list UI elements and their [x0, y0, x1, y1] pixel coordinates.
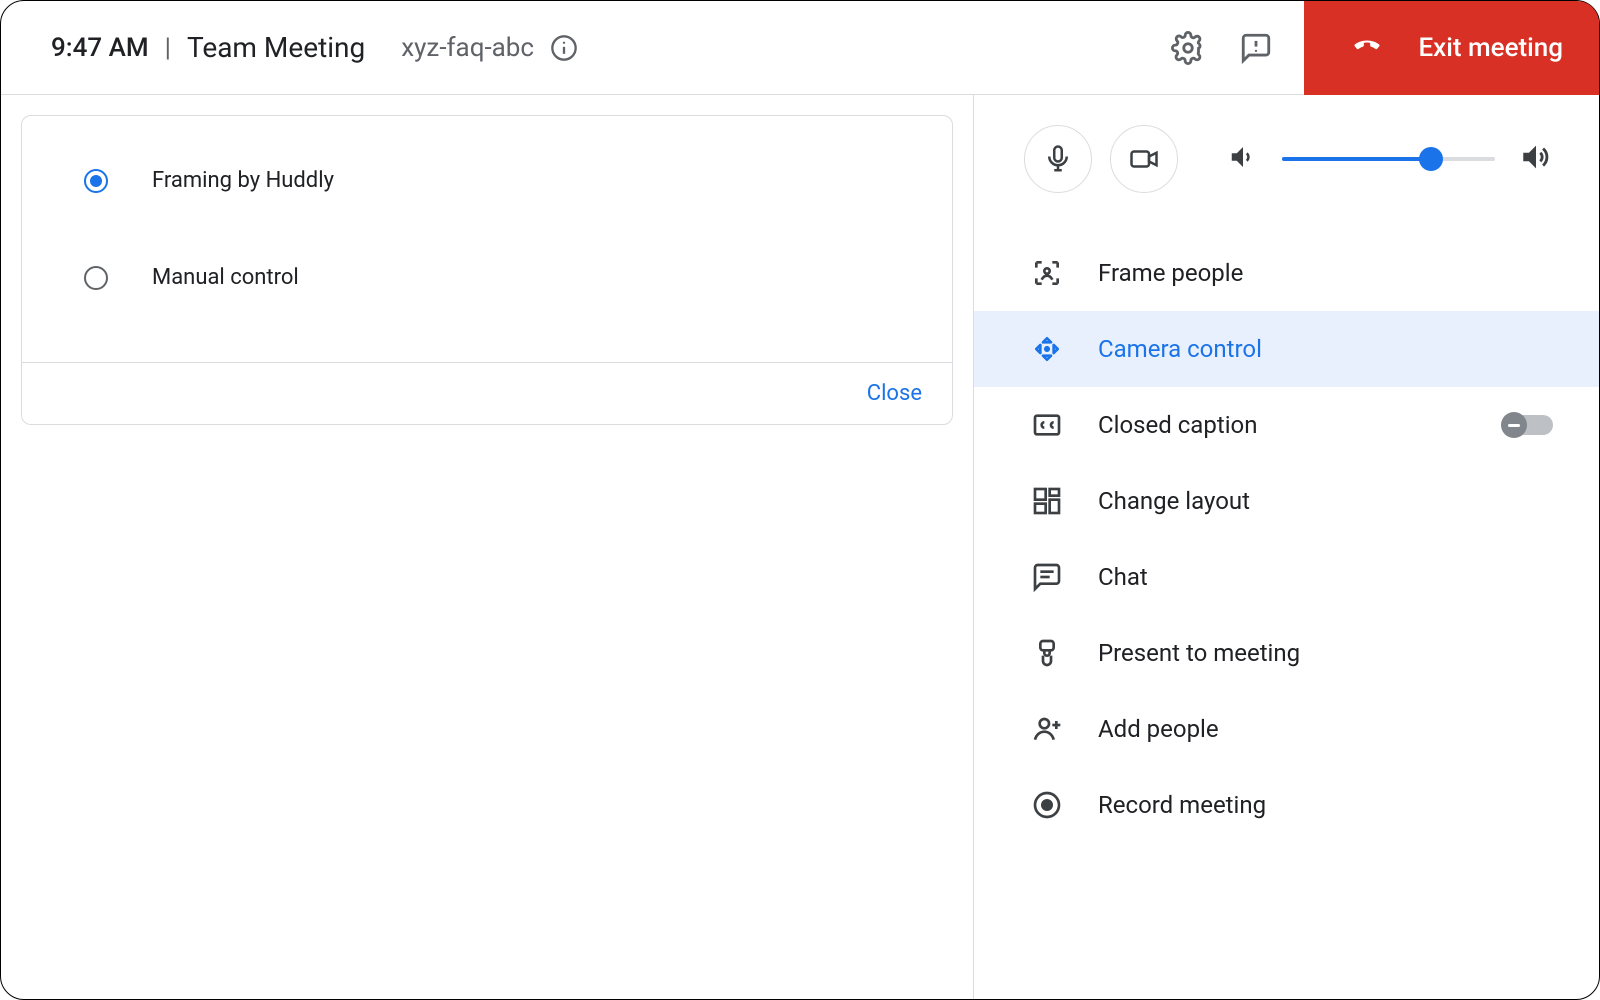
side-panel: Frame people Camera control Closed caption… [974, 95, 1599, 999]
settings-button[interactable] [1168, 28, 1208, 68]
menu-item-chat[interactable]: Chat [974, 539, 1599, 615]
menu-label: Closed caption [1098, 411, 1471, 439]
menu-item-frame-people[interactable]: Frame people [974, 235, 1599, 311]
menu-item-present[interactable]: Present to meeting [974, 615, 1599, 691]
layout-icon [1030, 484, 1064, 518]
menu-item-record[interactable]: Record meeting [974, 767, 1599, 843]
volume-up-icon[interactable] [1519, 140, 1553, 178]
info-icon[interactable] [550, 34, 578, 62]
menu-item-closed-caption[interactable]: Closed caption [974, 387, 1599, 463]
menu-item-add-people[interactable]: Add people [974, 691, 1599, 767]
menu-label: Present to meeting [1098, 639, 1553, 667]
frame-people-icon [1030, 256, 1064, 290]
menu-label: Camera control [1098, 335, 1553, 363]
option-label: Manual control [152, 265, 299, 290]
menu-item-camera-control[interactable]: Camera control [974, 311, 1599, 387]
present-icon [1030, 636, 1064, 670]
meeting-name: Team Meeting [187, 31, 365, 64]
feedback-button[interactable] [1236, 28, 1276, 68]
option-manual-control[interactable]: Manual control [84, 243, 922, 312]
menu-label: Record meeting [1098, 791, 1553, 819]
option-label: Framing by Huddly [152, 168, 334, 193]
radio-unselected-icon [84, 266, 108, 290]
menu-label: Add people [1098, 715, 1553, 743]
exit-label: Exit meeting [1418, 33, 1563, 63]
header-bar: 9:47 AM | Team Meeting xyz-faq-abc Exit … [1, 1, 1599, 95]
record-icon [1030, 788, 1064, 822]
side-menu: Frame people Camera control Closed caption… [974, 223, 1599, 843]
mic-toggle-button[interactable] [1024, 125, 1092, 193]
exit-meeting-button[interactable]: Exit meeting [1304, 1, 1599, 95]
meeting-code: xyz-faq-abc [401, 33, 534, 63]
volume-slider[interactable] [1282, 147, 1495, 171]
add-people-icon [1030, 712, 1064, 746]
menu-label: Chat [1098, 563, 1553, 591]
camera-control-card: Framing by Huddly Manual control Close [21, 115, 953, 425]
camera-toggle-button[interactable] [1110, 125, 1178, 193]
volume-down-icon[interactable] [1228, 142, 1258, 176]
close-button[interactable]: Close [867, 381, 922, 406]
main-panel: Framing by Huddly Manual control Close [1, 95, 974, 999]
cc-icon [1030, 408, 1064, 442]
hangup-icon [1340, 30, 1394, 65]
clock: 9:47 AM [51, 33, 149, 63]
camera-options-list: Framing by Huddly Manual control [22, 116, 952, 362]
camera-control-icon [1030, 332, 1064, 366]
av-controls [974, 95, 1599, 223]
menu-label: Change layout [1098, 487, 1553, 515]
menu-label: Frame people [1098, 259, 1553, 287]
menu-item-change-layout[interactable]: Change layout [974, 463, 1599, 539]
closed-caption-toggle[interactable] [1505, 415, 1553, 435]
separator: | [165, 33, 171, 63]
option-framing-by-huddly[interactable]: Framing by Huddly [84, 146, 922, 215]
radio-selected-icon [84, 169, 108, 193]
chat-icon [1030, 560, 1064, 594]
